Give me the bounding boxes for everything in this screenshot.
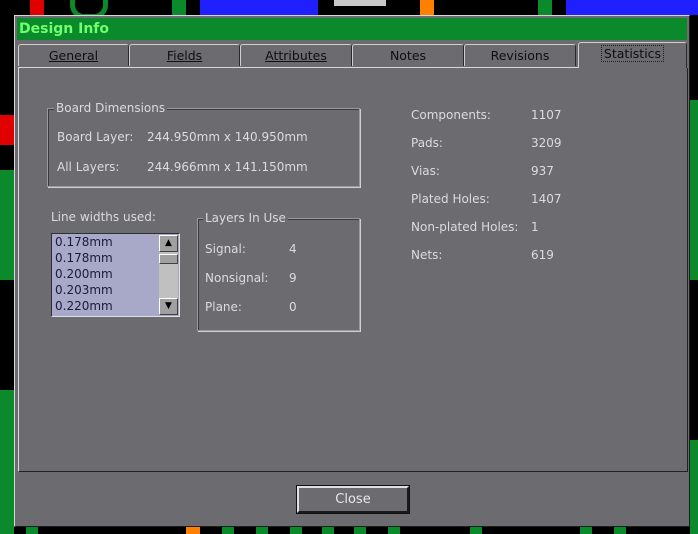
scroll-thumb[interactable] (159, 254, 178, 264)
stat-nets-label: Nets: (411, 248, 443, 262)
layers-in-use-title: Layers In Use (203, 211, 288, 225)
tab-general[interactable]: General (18, 44, 129, 66)
window-title[interactable]: Design Info (17, 18, 687, 40)
pcb-trace (222, 527, 234, 534)
scroll-up-arrow-icon[interactable]: ▲ (159, 235, 178, 252)
pcb-trace (690, 100, 698, 280)
stat-non-plated-holes-label: Non-plated Holes: (411, 220, 519, 234)
tab-label: Statistics (600, 45, 665, 62)
pcb-trace (0, 115, 14, 145)
stat-vias-value: 937 (531, 164, 554, 178)
statistics-panel: Board Dimensions Board Layer: 244.950mm … (18, 67, 688, 472)
pcb-trace (322, 527, 334, 534)
nonsignal-value: 9 (289, 271, 297, 285)
pcb-trace (200, 0, 318, 15)
pcb-trace (26, 527, 38, 534)
pcb-trace (186, 527, 200, 534)
line-widths-listbox[interactable]: 0.178mm 0.178mm 0.200mm 0.203mm 0.220mm … (51, 233, 180, 317)
stat-components-value: 1107 (531, 108, 562, 122)
all-layers-label: All Layers: (57, 160, 120, 174)
tab-revisions[interactable]: Revisions (464, 44, 576, 66)
pcb-trace (690, 440, 698, 534)
stat-nets-value: 619 (531, 248, 554, 262)
signal-value: 4 (289, 242, 297, 256)
tab-label: General (48, 48, 99, 63)
tab-label: Attributes (265, 48, 327, 63)
tab-statistics[interactable]: Statistics (578, 42, 687, 68)
stat-plated-holes-value: 1407 (531, 192, 562, 206)
pcb-trace (0, 170, 14, 280)
pcb-trace (388, 527, 400, 534)
tab-notes[interactable]: Notes (352, 44, 464, 66)
plane-label: Plane: (205, 300, 242, 314)
board-layer-value: 244.950mm x 140.950mm (147, 130, 308, 144)
signal-label: Signal: (205, 242, 246, 256)
tab-label: Fields (166, 48, 203, 63)
tab-label: Notes (389, 48, 427, 63)
tab-attributes[interactable]: Attributes (240, 44, 352, 66)
plane-value: 0 (289, 300, 297, 314)
stat-components-label: Components: (411, 108, 491, 122)
pcb-trace (614, 527, 626, 534)
stat-pads-value: 3209 (531, 136, 562, 150)
pcb-trace (580, 527, 592, 534)
pcb-trace (290, 527, 302, 534)
pcb-trace (256, 527, 268, 534)
pcb-trace (420, 0, 434, 15)
tab-label: Revisions (490, 48, 550, 63)
pcb-trace (172, 0, 186, 15)
pcb-trace (354, 527, 366, 534)
close-button[interactable]: Close (296, 485, 410, 514)
board-dimensions-group (47, 108, 360, 187)
line-widths-label: Line widths used: (51, 210, 156, 224)
pcb-trace (0, 390, 14, 534)
design-info-dialog: Design Info General Fields Attributes No… (14, 15, 690, 527)
board-layer-label: Board Layer: (57, 130, 134, 144)
listbox-scrollbar[interactable]: ▲ ▼ (159, 235, 178, 315)
board-dimensions-title: Board Dimensions (54, 101, 168, 115)
tab-fields[interactable]: Fields (129, 44, 240, 66)
stat-pads-label: Pads: (411, 136, 443, 150)
scroll-down-arrow-icon[interactable]: ▼ (159, 298, 178, 315)
pcb-trace (334, 0, 386, 6)
all-layers-value: 244.966mm x 141.150mm (147, 160, 308, 174)
stat-non-plated-holes-value: 1 (531, 220, 539, 234)
dialog-footer: Close (18, 475, 688, 522)
pcb-trace (538, 0, 552, 15)
pcb-trace (470, 527, 482, 534)
pcb-trace (30, 0, 44, 15)
stat-plated-holes-label: Plated Holes: (411, 192, 490, 206)
nonsignal-label: Nonsignal: (205, 271, 269, 285)
stat-vias-label: Vias: (411, 164, 440, 178)
pcb-trace (566, 0, 698, 15)
